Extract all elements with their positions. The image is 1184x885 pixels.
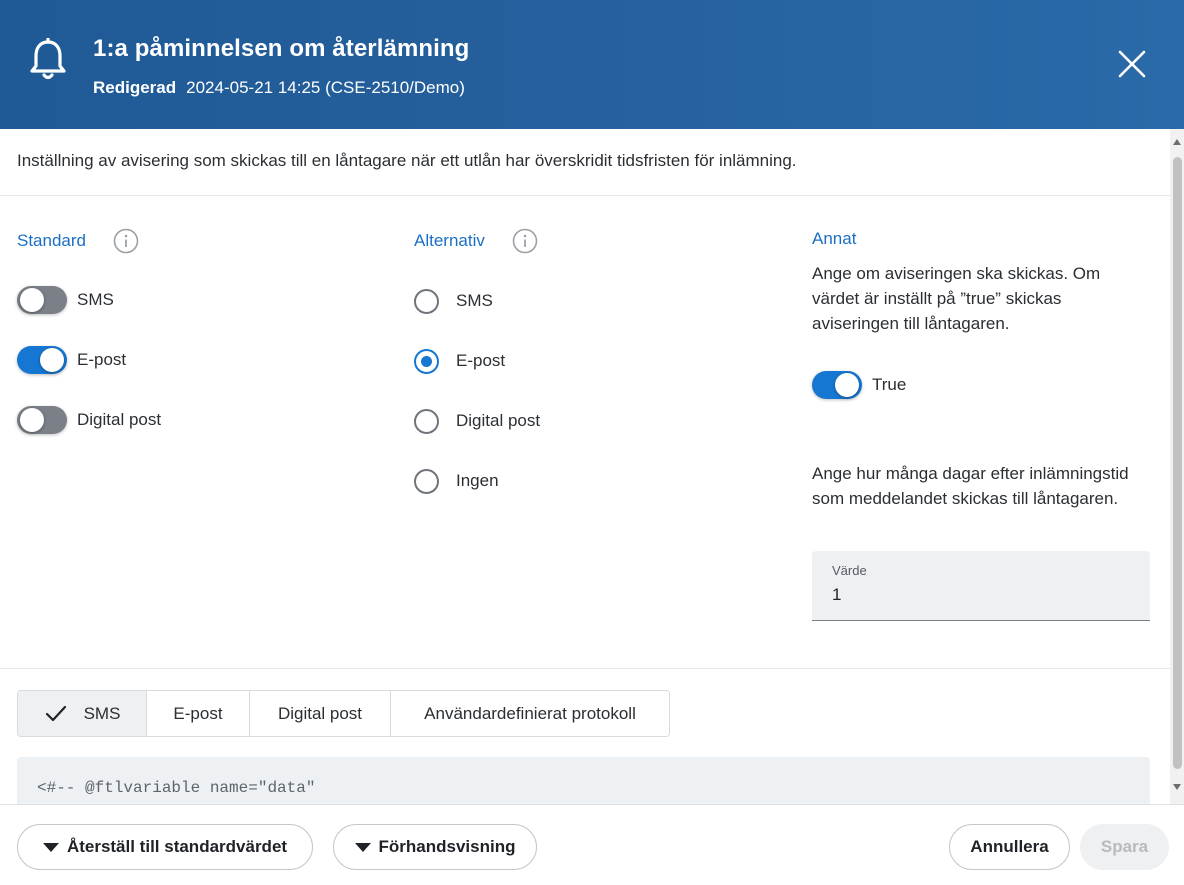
info-icon[interactable] bbox=[113, 228, 139, 254]
send-toggle[interactable] bbox=[812, 371, 862, 399]
standard-epost-toggle[interactable] bbox=[17, 346, 67, 374]
divider bbox=[0, 668, 1170, 669]
alternativ-sms-radio[interactable] bbox=[414, 288, 439, 314]
edited-value: 2024-05-21 14:25 (CSE-2510/Demo) bbox=[186, 78, 465, 97]
alternativ-sms-label: SMS bbox=[456, 291, 493, 310]
cancel-label: Annullera bbox=[970, 837, 1049, 856]
scroll-up-icon[interactable] bbox=[1173, 139, 1181, 145]
edited-label: Redigerad bbox=[93, 78, 177, 97]
send-toggle-label: True bbox=[872, 375, 907, 394]
alternativ-ingen-option[interactable]: Ingen bbox=[414, 466, 499, 496]
alternativ-digitalpost-option[interactable]: Digital post bbox=[414, 406, 540, 436]
divider bbox=[0, 195, 1170, 196]
tab-custom-protocol[interactable]: Användardefinierat protokoll bbox=[391, 691, 669, 736]
standard-digitalpost-row[interactable]: Digital post bbox=[17, 402, 161, 438]
scroll-down-icon[interactable] bbox=[1173, 784, 1181, 790]
reset-default-button[interactable]: Återställ till standardvärdet bbox=[17, 824, 313, 870]
days-description: Ange hur många dagar efter inlämningstid… bbox=[812, 464, 1129, 508]
template-tabs: SMS E-post Digital post Användardefinier… bbox=[17, 690, 670, 737]
standard-epost-row[interactable]: E-post bbox=[17, 342, 126, 378]
tab-sms-label: SMS bbox=[83, 703, 121, 723]
days-value-label: Värde bbox=[832, 563, 867, 578]
dialog-header: 1:a påminnelsen om återlämning Redigerad… bbox=[0, 0, 1184, 129]
tab-epost[interactable]: E-post bbox=[147, 691, 250, 736]
alternativ-epost-label: E-post bbox=[456, 351, 506, 370]
alternativ-epost-option[interactable]: E-post bbox=[414, 346, 505, 376]
standard-title: Standard bbox=[17, 231, 86, 250]
standard-sms-row[interactable]: SMS bbox=[17, 282, 114, 318]
days-value-input[interactable] bbox=[832, 583, 1132, 607]
alternativ-title: Alternativ bbox=[414, 231, 485, 250]
standard-sms-label: SMS bbox=[77, 290, 114, 309]
info-icon[interactable] bbox=[512, 228, 538, 254]
preview-label: Förhandsvisning bbox=[378, 837, 516, 856]
days-value-field[interactable]: Värde bbox=[812, 551, 1150, 621]
annat-title: Annat bbox=[812, 229, 857, 248]
standard-digitalpost-toggle[interactable] bbox=[17, 406, 67, 434]
dialog-title: 1:a påminnelsen om återlämning bbox=[93, 35, 470, 62]
preview-button[interactable]: Förhandsvisning bbox=[333, 824, 537, 870]
tab-digitalpost[interactable]: Digital post bbox=[250, 691, 391, 736]
dialog-subtitle: Redigerad 2024-05-21 14:25 (CSE-2510/Demo… bbox=[93, 78, 465, 98]
caret-down-icon bbox=[42, 842, 59, 852]
alternativ-ingen-radio[interactable] bbox=[414, 468, 439, 494]
caret-down-icon bbox=[354, 842, 371, 852]
scroll-thumb[interactable] bbox=[1173, 157, 1182, 769]
close-icon[interactable] bbox=[1112, 44, 1152, 84]
alternativ-digitalpost-radio[interactable] bbox=[414, 408, 439, 434]
check-icon bbox=[45, 705, 66, 721]
alternativ-digitalpost-label: Digital post bbox=[456, 411, 541, 430]
standard-digitalpost-label: Digital post bbox=[77, 410, 162, 429]
template-code-editor[interactable]: <#-- @ftlvariable name="data" bbox=[17, 757, 1150, 804]
alternativ-sms-option[interactable]: SMS bbox=[414, 286, 493, 316]
tab-digitalpost-label: Digital post bbox=[277, 703, 363, 723]
tab-sms[interactable]: SMS bbox=[18, 691, 147, 736]
alternativ-ingen-label: Ingen bbox=[456, 471, 499, 490]
save-label: Spara bbox=[1100, 837, 1149, 856]
standard-sms-toggle[interactable] bbox=[17, 286, 67, 314]
tab-epost-label: E-post bbox=[173, 703, 223, 723]
dialog-content[interactable]: Inställning av avisering som skickas til… bbox=[0, 129, 1170, 804]
cancel-button[interactable]: Annullera bbox=[949, 824, 1070, 870]
dialog-footer: Återställ till standardvärdet Förhandsvi… bbox=[0, 804, 1184, 885]
content-scrollbar[interactable] bbox=[1170, 129, 1184, 804]
tab-custom-protocol-label: Användardefinierat protokoll bbox=[424, 703, 636, 723]
alternativ-epost-radio[interactable] bbox=[414, 348, 439, 374]
bell-icon bbox=[30, 38, 66, 80]
code-line: <#-- @ftlvariable name="data" bbox=[37, 779, 316, 797]
send-description: Ange om aviseringen ska skickas. Om värd… bbox=[812, 264, 1101, 333]
reset-default-label: Återställ till standardvärdet bbox=[66, 837, 288, 856]
standard-epost-label: E-post bbox=[77, 350, 127, 369]
send-toggle-row[interactable]: True bbox=[812, 367, 906, 403]
save-button[interactable]: Spara bbox=[1080, 824, 1169, 870]
description-text: Inställning av avisering som skickas til… bbox=[17, 151, 797, 170]
